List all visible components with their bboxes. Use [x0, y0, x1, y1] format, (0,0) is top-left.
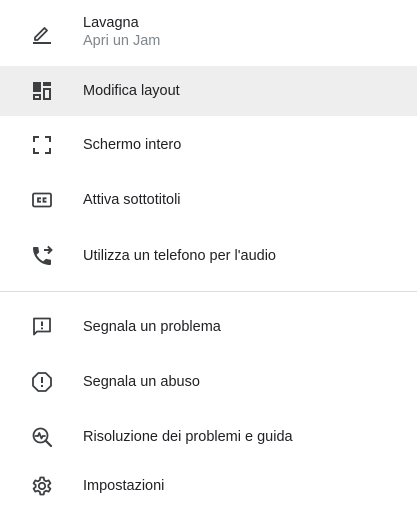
menu-item-troubleshooting[interactable]: Risoluzione dei problemi e guida [0, 410, 417, 464]
troubleshoot-icon [30, 425, 54, 449]
menu-item-fullscreen[interactable]: Schermo intero [0, 118, 417, 172]
menu-item-captions[interactable]: Attiva sottotitoli [0, 172, 417, 228]
menu-item-label: Risoluzione dei problemi e guida [83, 429, 293, 445]
menu-item-label: Schermo intero [83, 137, 182, 153]
phone-forward-icon [30, 244, 54, 268]
fullscreen-icon [30, 133, 54, 157]
menu-item-label: Segnala un abuso [83, 374, 200, 390]
menu-item-change-layout[interactable]: Modifica layout [0, 66, 417, 116]
menu-item-report-problem[interactable]: Segnala un problema [0, 300, 417, 354]
menu-item-label: Modifica layout [83, 83, 180, 99]
menu-item-label: Impostazioni [83, 478, 165, 494]
closed-captions-icon [30, 188, 54, 212]
menu-item-phone-audio[interactable]: Utilizza un telefono per l'audio [0, 228, 417, 284]
menu-item-label: Segnala un problema [83, 319, 221, 335]
feedback-icon [30, 315, 54, 339]
menu-item-settings[interactable]: Impostazioni [0, 464, 417, 505]
more-options-menu: Lavagna Apri un Jam Modifica layout Sche… [0, 0, 417, 505]
report-icon [30, 370, 54, 394]
menu-item-label: Attiva sottotitoli [83, 192, 181, 208]
menu-item-sublabel: Apri un Jam [83, 33, 161, 49]
layout-grid-icon [30, 79, 54, 103]
menu-item-whiteboard[interactable]: Lavagna Apri un Jam [0, 0, 417, 66]
pencil-underline-icon [30, 21, 54, 45]
menu-item-label: Lavagna [83, 15, 139, 31]
menu-item-report-abuse[interactable]: Segnala un abuso [0, 354, 417, 410]
menu-divider [0, 291, 417, 292]
gear-icon [30, 474, 54, 498]
menu-item-label: Utilizza un telefono per l'audio [83, 248, 276, 264]
